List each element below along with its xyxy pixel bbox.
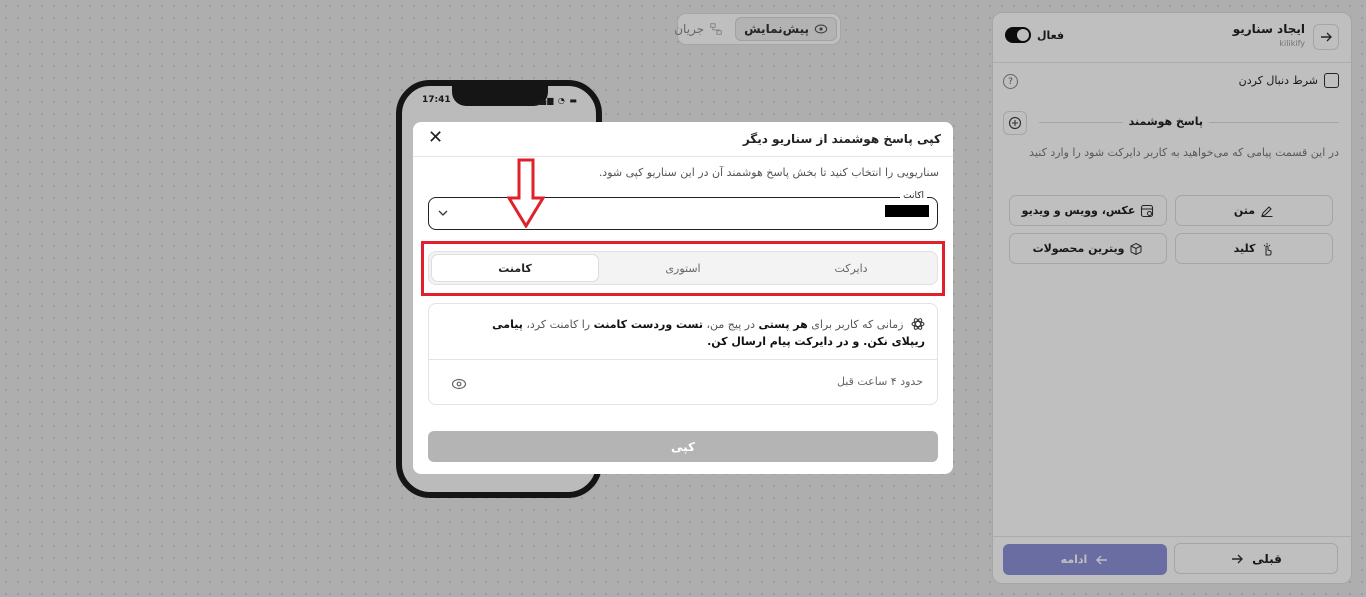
close-icon[interactable]: ✕ [428,129,443,147]
copy-button[interactable]: کپی [428,431,938,462]
scenario-summary: زمانی که کاربر برای هر پستی در پیج من، ت… [459,316,925,350]
tab-story[interactable]: استوری [600,255,766,281]
eye-icon[interactable] [451,376,467,392]
scenario-card[interactable]: زمانی که کاربر برای هر پستی در پیج من، ت… [428,303,938,405]
tab-direct[interactable]: دایرکت [768,255,934,281]
summary-text-1: زمانی که کاربر برای [811,318,904,331]
account-label: اکانت [900,191,927,201]
scenario-time: حدود ۴ ساعت قبل [836,375,923,388]
source-tabs: دایرکت استوری کامنت [428,251,938,285]
atom-icon [911,318,925,330]
account-select[interactable]: اکانت [428,191,938,230]
modal-title: کپی پاسخ هوشمند از سناریو دیگر [742,132,941,146]
chevron-down-icon [438,210,448,216]
account-value-redacted [885,205,929,217]
arrow-down-icon [507,158,545,228]
copy-smart-reply-modal: کپی پاسخ هوشمند از سناریو دیگر ✕ سناریوی… [413,122,953,474]
tab-comment[interactable]: کامنت [432,255,598,281]
summary-text-2: در پیج من، [706,318,755,331]
summary-bold-1: هر پستی [758,318,808,331]
summary-text-3: را کامنت کرد، [526,318,591,331]
card-divider [429,359,937,360]
modal-description: سناریویی را انتخاب کنید تا بخش پاسخ هوشم… [598,166,939,179]
summary-bold-2: تست وردست کامنت [593,318,703,331]
modal-header: کپی پاسخ هوشمند از سناریو دیگر ✕ [413,122,953,157]
